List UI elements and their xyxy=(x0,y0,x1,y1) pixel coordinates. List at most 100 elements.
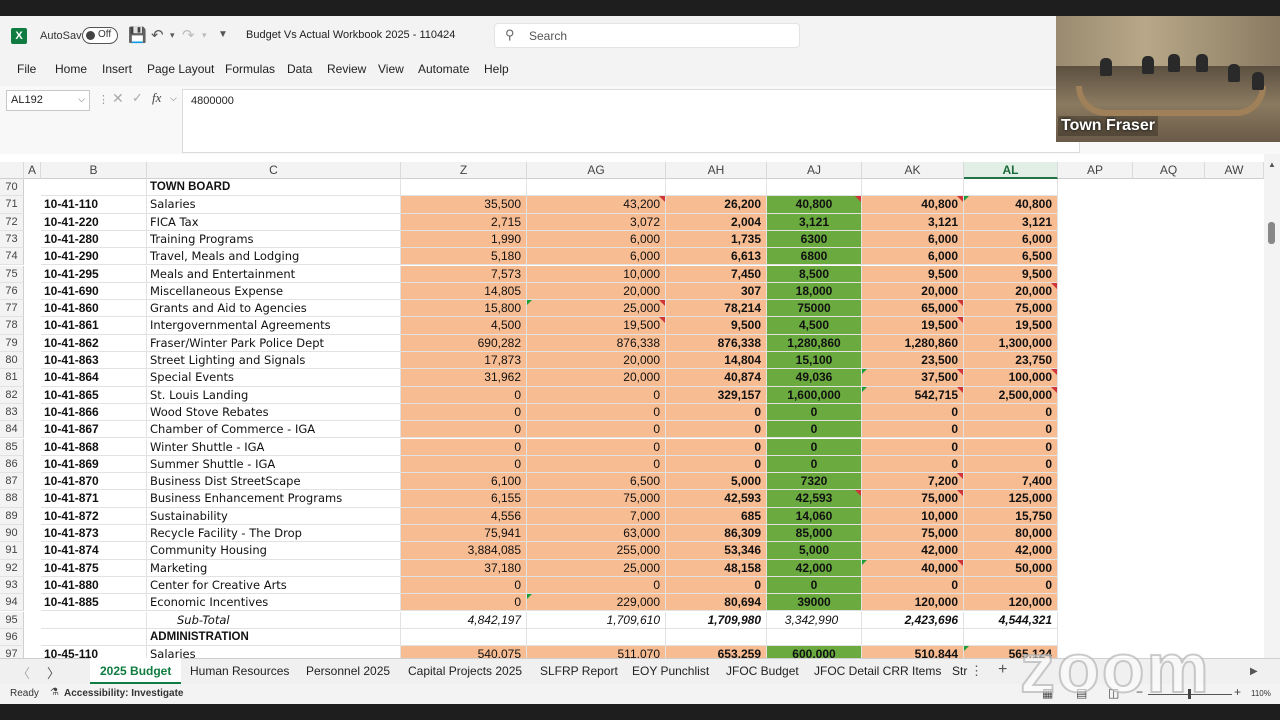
undo-dropdown-icon[interactable]: ▾ xyxy=(170,30,175,41)
cell-ak[interactable]: 6,000 xyxy=(862,248,964,266)
row-number[interactable]: 85 xyxy=(0,438,24,456)
row-number[interactable]: 94 xyxy=(0,594,24,612)
description-cell[interactable]: Salaries xyxy=(147,196,401,214)
cell-aj[interactable]: 18,000 xyxy=(767,282,862,301)
cell-ak[interactable]: 0 xyxy=(862,403,964,422)
cell-aj[interactable]: 0 xyxy=(767,421,862,439)
cell-aj[interactable]: 4,500 xyxy=(767,317,862,335)
accessibility-status[interactable]: Accessibility: Investigate xyxy=(64,688,184,699)
cell-aj[interactable]: 39000 xyxy=(767,594,862,612)
cell-z[interactable]: 5,180 xyxy=(401,248,527,266)
cell-al[interactable]: 4,544,321 xyxy=(964,611,1058,629)
select-all-corner[interactable] xyxy=(0,162,24,179)
cell-ah[interactable]: 7,450 xyxy=(666,265,767,283)
cell-ah[interactable]: 2,004 xyxy=(666,213,767,231)
account-code-cell[interactable]: 10-41-690 xyxy=(41,282,147,301)
cell-aj[interactable]: 3,342,990 xyxy=(767,611,862,629)
vertical-scrollbar[interactable]: ▲ xyxy=(1264,154,1280,674)
comment-indicator-icon[interactable] xyxy=(659,317,665,324)
tab-insert[interactable]: Insert xyxy=(102,62,132,76)
cell-z[interactable]: 35,500 xyxy=(401,196,527,214)
formula-input[interactable]: 4800000 xyxy=(182,89,1080,153)
zoom-level[interactable]: 110% xyxy=(1251,689,1271,698)
col-header-al[interactable]: AL xyxy=(964,162,1058,179)
description-cell[interactable]: Center for Creative Arts xyxy=(147,576,401,595)
cell-aj[interactable]: 0 xyxy=(767,403,862,422)
description-cell[interactable]: ADMINISTRATION xyxy=(147,628,401,647)
cell-ag[interactable]: 0 xyxy=(527,421,666,439)
cell-al[interactable]: 6,000 xyxy=(964,230,1058,249)
cell-z[interactable]: 7,573 xyxy=(401,265,527,283)
cell-ak[interactable]: 1,280,860 xyxy=(862,334,964,352)
cell-aj[interactable]: 42,000 xyxy=(767,559,862,577)
sheet-tab-eoy-punchlist[interactable]: EOY Punchlist xyxy=(632,664,709,678)
error-indicator-icon[interactable] xyxy=(862,559,867,565)
cell-ag[interactable]: 876,338 xyxy=(527,334,666,352)
cell-aj[interactable]: 0 xyxy=(767,455,862,474)
comment-indicator-icon[interactable] xyxy=(957,300,963,307)
cell-ah[interactable] xyxy=(666,179,767,197)
sheet-tab-str[interactable]: Str xyxy=(952,664,967,678)
tab-page-layout[interactable]: Page Layout xyxy=(147,62,214,76)
cell-ag[interactable]: 43,200 xyxy=(527,196,666,214)
sheet-tab-slfrp-report[interactable]: SLFRP Report xyxy=(540,664,618,678)
description-cell[interactable]: Intergovernmental Agreements xyxy=(147,317,401,335)
account-code-cell[interactable]: 10-41-867 xyxy=(41,421,147,439)
cell-ag[interactable]: 25,000 xyxy=(527,300,666,318)
cell-ak[interactable]: 0 xyxy=(862,455,964,474)
tab-review[interactable]: Review xyxy=(327,62,366,76)
error-indicator-icon[interactable] xyxy=(862,386,867,392)
account-code-cell[interactable]: 10-41-863 xyxy=(41,352,147,370)
cell-ag[interactable]: 10,000 xyxy=(527,265,666,283)
tab-view[interactable]: View xyxy=(378,62,404,76)
description-cell[interactable]: Community Housing xyxy=(147,542,401,560)
cell-aj[interactable]: 1,600,000 xyxy=(767,386,862,404)
cell-z[interactable] xyxy=(401,628,527,647)
cell-al[interactable]: 42,000 xyxy=(964,542,1058,560)
description-cell[interactable]: Winter Shuttle - IGA xyxy=(147,438,401,456)
col-header-aj[interactable]: AJ xyxy=(767,162,862,179)
cell-ag[interactable]: 25,000 xyxy=(527,559,666,577)
cell-al[interactable]: 0 xyxy=(964,421,1058,439)
cell-al[interactable]: 80,000 xyxy=(964,525,1058,543)
description-cell[interactable]: Business Dist StreetScape xyxy=(147,473,401,491)
cell-ah[interactable]: 86,309 xyxy=(666,525,767,543)
cell-ak[interactable]: 7,200 xyxy=(862,473,964,491)
cell-aj[interactable]: 600,000 xyxy=(767,646,862,658)
cell-aj[interactable]: 75000 xyxy=(767,300,862,318)
comment-indicator-icon[interactable] xyxy=(957,490,963,497)
cell-ak[interactable]: 0 xyxy=(862,421,964,439)
cell-ag[interactable]: 0 xyxy=(527,386,666,404)
cell-z[interactable]: 0 xyxy=(401,421,527,439)
cell-ag[interactable]: 75,000 xyxy=(527,490,666,508)
cell-ak[interactable]: 75,000 xyxy=(862,490,964,508)
comment-indicator-icon[interactable] xyxy=(957,559,963,566)
error-indicator-icon[interactable] xyxy=(964,646,969,652)
description-cell[interactable]: Wood Stove Rebates xyxy=(147,403,401,422)
accessibility-icon[interactable]: ⚗ xyxy=(50,687,59,698)
cell-ag[interactable]: 19,500 xyxy=(527,317,666,335)
cell-al[interactable]: 100,000 xyxy=(964,369,1058,387)
sheet-tab-capital-projects-2025[interactable]: Capital Projects 2025 xyxy=(408,664,522,678)
cell-aj[interactable]: 6800 xyxy=(767,248,862,266)
workbook-title[interactable]: Budget Vs Actual Workbook 2025 - 110424 xyxy=(246,29,455,41)
cell-z[interactable]: 37,180 xyxy=(401,559,527,577)
description-cell[interactable]: Salaries xyxy=(147,646,401,658)
tab-home[interactable]: Home xyxy=(55,62,87,76)
cell-ag[interactable]: 6,500 xyxy=(527,473,666,491)
cell-ak[interactable]: 9,500 xyxy=(862,265,964,283)
cell-ah[interactable]: 1,709,980 xyxy=(666,611,767,629)
cell-z[interactable]: 4,842,197 xyxy=(401,611,527,629)
col-header-b[interactable]: B xyxy=(41,162,147,179)
cell-ak[interactable]: 3,121 xyxy=(862,213,964,231)
sheet-tab-personnel-2025[interactable]: Personnel 2025 xyxy=(306,664,390,678)
cell-ah[interactable]: 0 xyxy=(666,403,767,422)
col-header-ak[interactable]: AK xyxy=(862,162,964,179)
account-code-cell[interactable]: 10-41-861 xyxy=(41,317,147,335)
row-number[interactable]: 76 xyxy=(0,282,24,301)
cell-z[interactable]: 1,990 xyxy=(401,230,527,249)
cell-ag[interactable]: 0 xyxy=(527,438,666,456)
search-box[interactable]: ⚲ Search xyxy=(494,23,800,48)
description-cell[interactable]: Sustainability xyxy=(147,507,401,525)
comment-indicator-icon[interactable] xyxy=(1051,282,1057,289)
